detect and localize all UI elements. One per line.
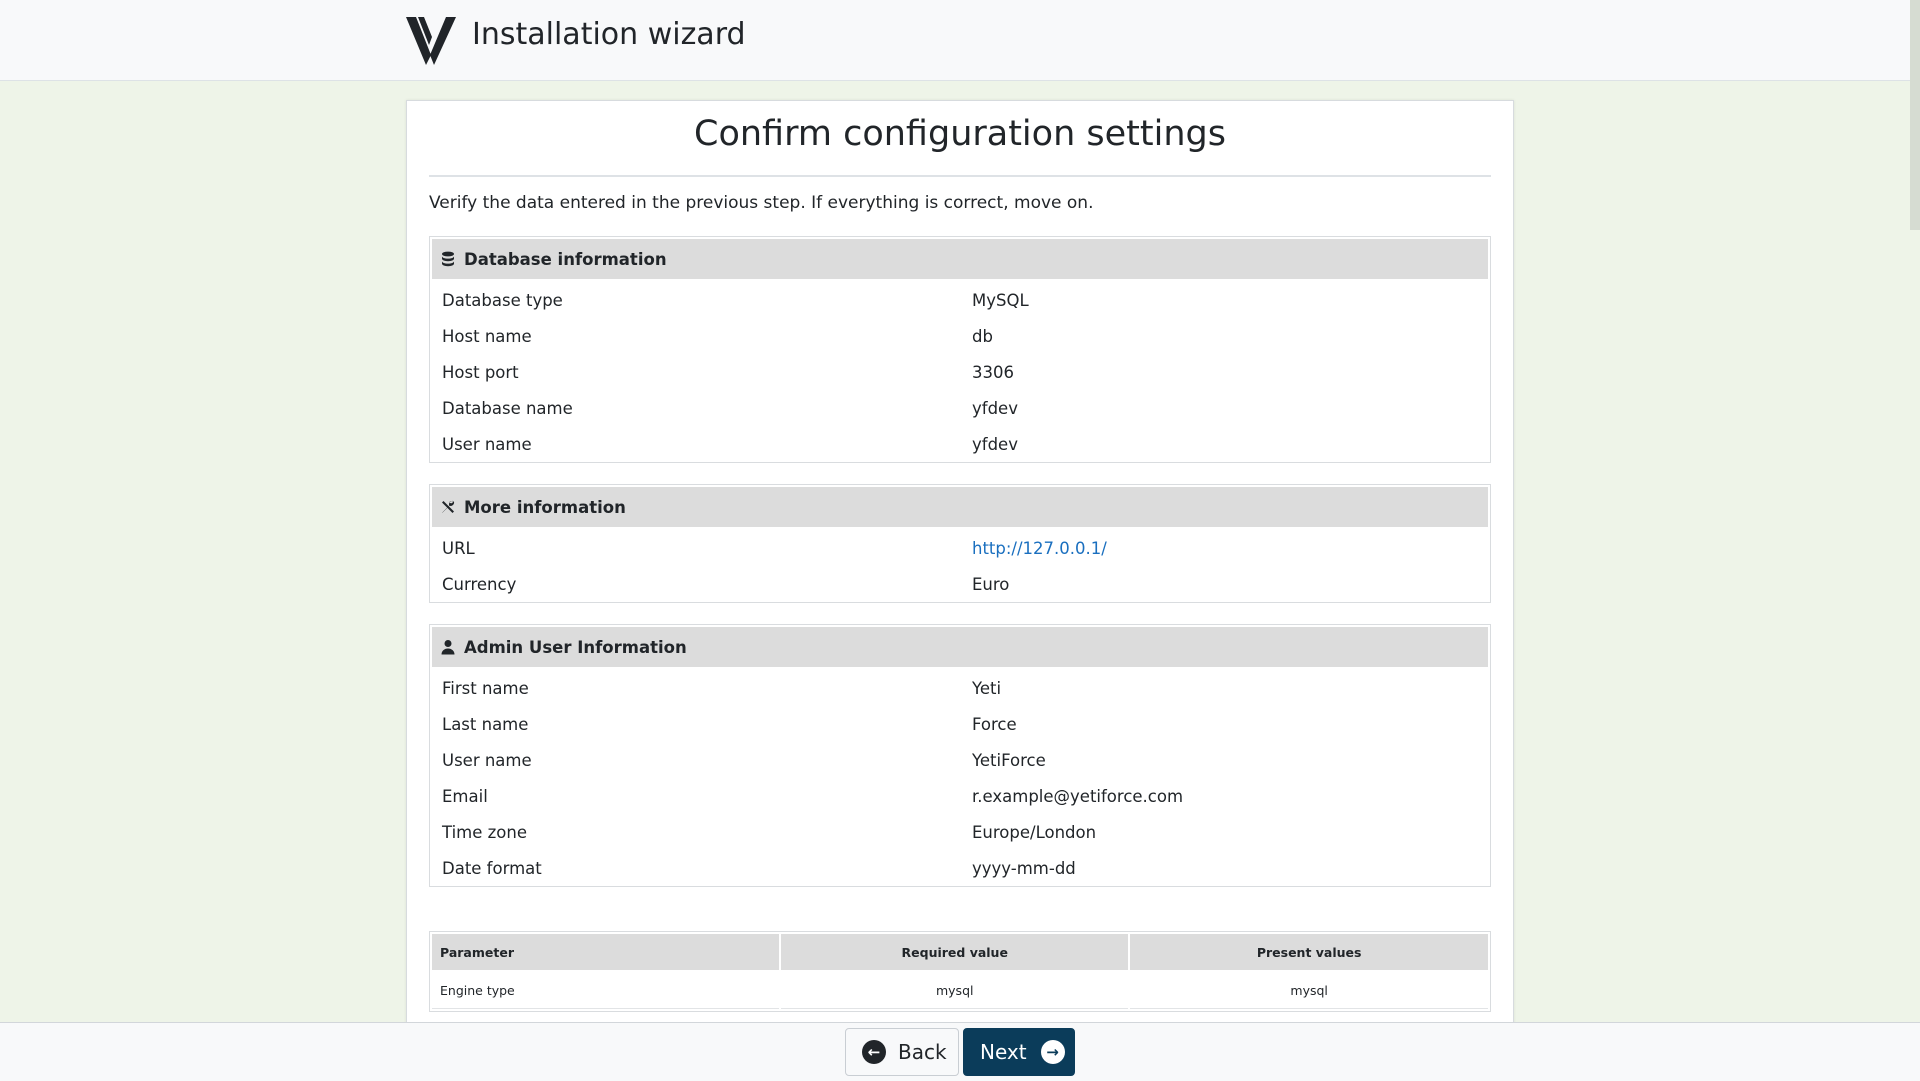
table-header-row: Parameter Required value Present values (432, 934, 1488, 970)
intro-text: Verify the data entered in the previous … (429, 193, 1094, 213)
row-label: Database name (442, 399, 573, 418)
page-title: Confirm configuration settings (694, 114, 1226, 154)
database-info-title: Database information (464, 249, 667, 269)
info-row: Email r.example@yetiforce.com (430, 779, 1490, 815)
info-row: Last name Force (430, 707, 1490, 743)
info-row: Host name db (430, 319, 1490, 355)
user-icon (441, 640, 455, 655)
column-header-parameter: Parameter (432, 934, 780, 970)
arrow-right-icon: → (1040, 1040, 1065, 1064)
column-header-required: Required value (781, 934, 1129, 970)
row-value: Euro (972, 575, 1010, 594)
row-value: 3306 (972, 363, 1014, 382)
info-row: User name YetiForce (430, 743, 1490, 779)
more-info-header: More information (432, 487, 1488, 527)
row-value: Europe/London (972, 823, 1097, 842)
database-info-header: Database information (432, 239, 1488, 279)
row-label: Time zone (442, 823, 527, 842)
info-row: Time zone Europe/London (430, 815, 1490, 851)
row-label: Database type (442, 291, 563, 310)
row-value: Yeti (972, 679, 1002, 698)
row-value: MySQL (972, 291, 1029, 310)
row-value: db (972, 327, 993, 346)
table-cell: mysql (781, 972, 1129, 1009)
more-info-title: More information (464, 497, 626, 517)
back-button-label: Back (898, 1040, 947, 1064)
info-row: Database type MySQL (430, 283, 1490, 319)
tools-icon (442, 500, 455, 513)
table-row: Engine type mysql mysql (432, 972, 1488, 1009)
table-cell: mysql (1130, 972, 1488, 1009)
wizard-title: Installation wizard (472, 17, 746, 52)
row-label: URL (442, 539, 475, 558)
title-divider (429, 175, 1491, 177)
info-row: Date format yyyy-mm-dd (430, 851, 1490, 887)
column-header-present: Present values (1130, 934, 1488, 970)
info-row: Host port 3306 (430, 355, 1490, 391)
info-row: Database name yfdev (430, 391, 1490, 427)
admin-info-header: Admin User Information (432, 627, 1488, 667)
admin-info-panel: Admin User Information First name Yeti La… (429, 624, 1491, 887)
row-label: User name (442, 435, 532, 454)
row-label: Host port (442, 363, 519, 382)
row-value: YetiForce (972, 751, 1046, 770)
info-row: URL http://127.0.0.1/ (430, 531, 1490, 567)
database-info-panel: Database information Database type MySQL … (429, 236, 1491, 463)
scrollbar[interactable] (1910, 0, 1920, 230)
next-button[interactable]: Next → (963, 1028, 1075, 1076)
admin-info-title: Admin User Information (464, 637, 687, 657)
parameters-table: Parameter Required value Present values … (429, 931, 1491, 1012)
arrow-left-icon: ← (862, 1040, 886, 1064)
footer-bar: ← Back Next → (0, 1022, 1920, 1081)
database-icon (442, 251, 454, 267)
row-label: User name (442, 751, 532, 770)
back-button[interactable]: ← Back (845, 1028, 959, 1076)
top-bar: Installation wizard (0, 0, 1920, 81)
row-label: Host name (442, 327, 532, 346)
row-value: r.example@yetiforce.com (972, 787, 1184, 806)
row-label: Email (442, 787, 488, 806)
row-label: First name (442, 679, 529, 698)
url-link[interactable]: http://127.0.0.1/ (972, 531, 1107, 567)
info-row: User name yfdev (430, 427, 1490, 463)
row-value: Force (972, 715, 1017, 734)
next-button-label: Next (980, 1040, 1027, 1064)
table-cell: Engine type (432, 972, 780, 1009)
more-info-panel: More information URL http://127.0.0.1/ Cu… (429, 484, 1491, 603)
row-label: Last name (442, 715, 529, 734)
row-label: Date format (442, 859, 542, 878)
row-value: yyyy-mm-dd (972, 859, 1076, 878)
row-value: yfdev (972, 399, 1018, 418)
info-row: Currency Euro (430, 567, 1490, 603)
row-value: yfdev (972, 435, 1018, 454)
row-label: Currency (442, 575, 517, 594)
yetiforce-logo (406, 17, 456, 65)
info-row: First name Yeti (430, 671, 1490, 707)
main-card: Confirm configuration settings Verify th… (406, 100, 1514, 1041)
